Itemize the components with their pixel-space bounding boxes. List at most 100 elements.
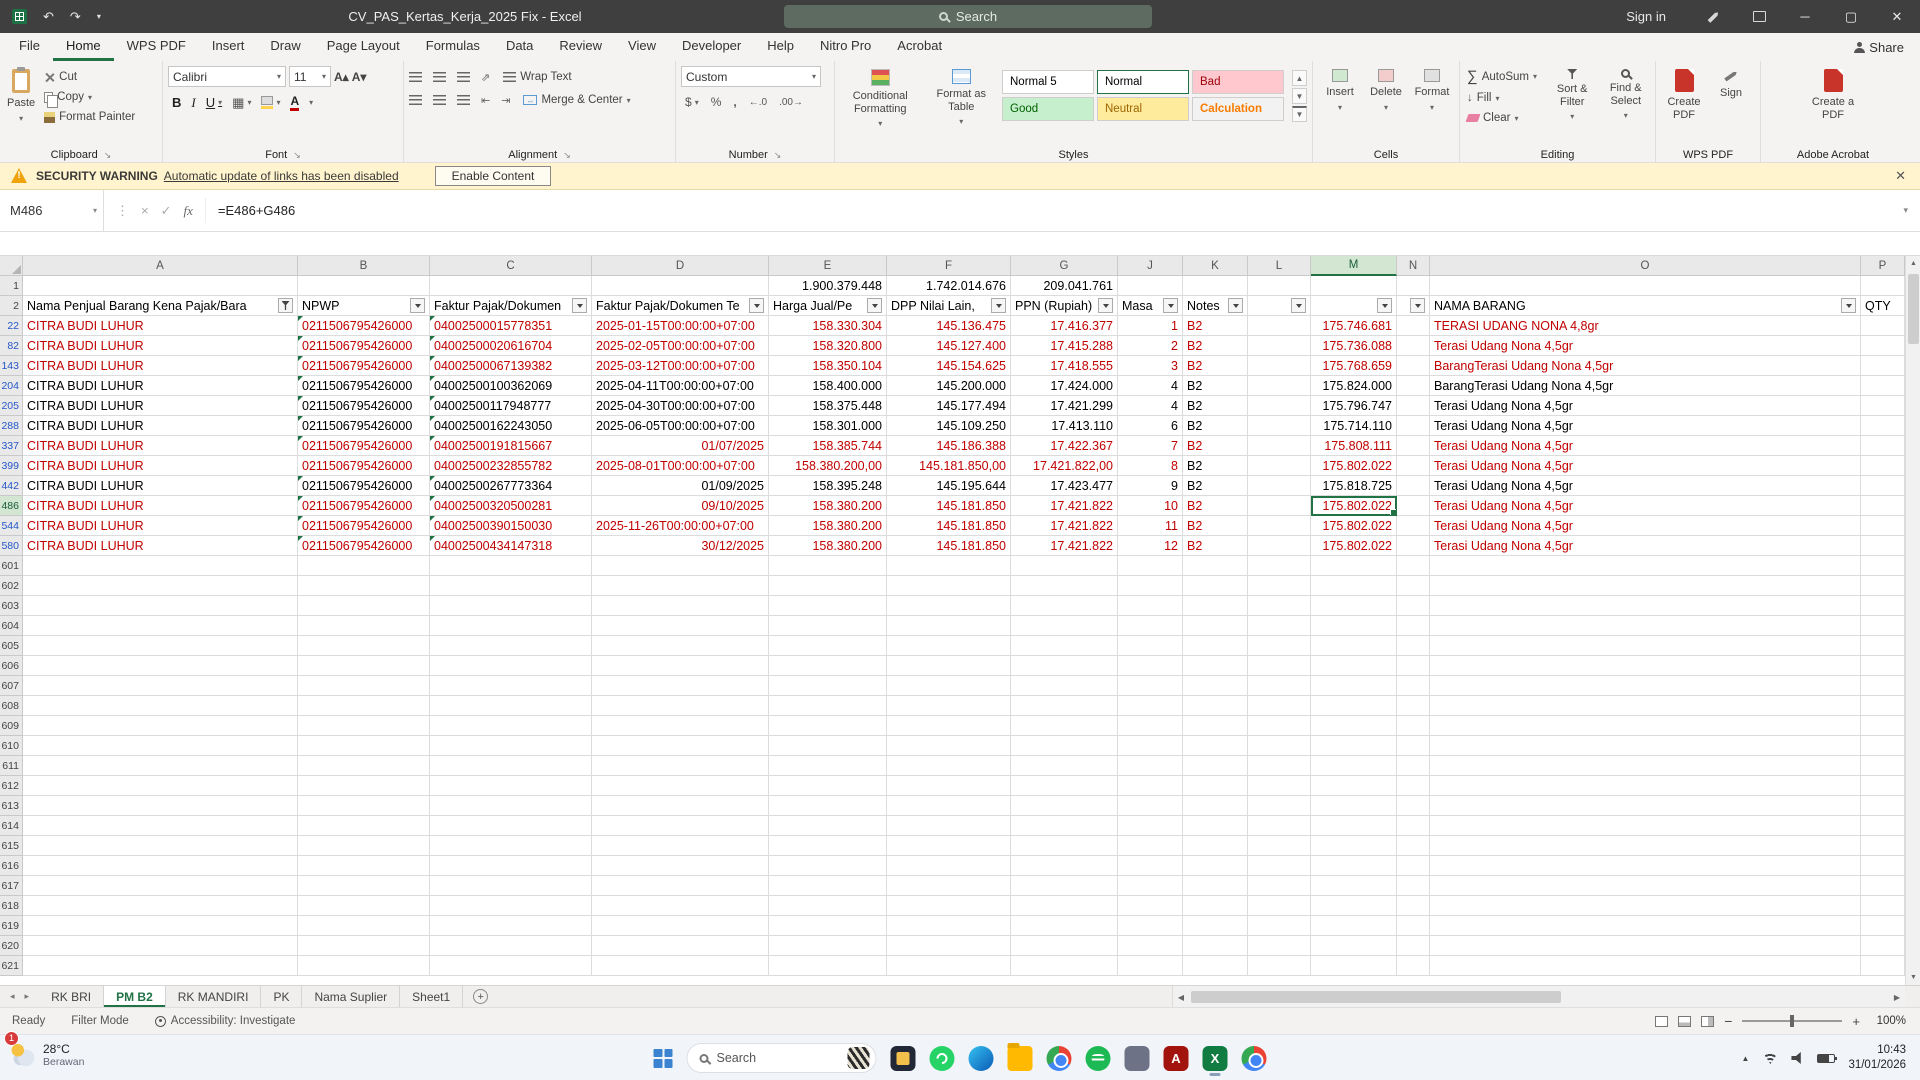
ribbon-tab-file[interactable]: File xyxy=(6,33,53,61)
sheet-tab-pm-b2[interactable]: PM B2 xyxy=(104,986,166,1007)
cell-D610[interactable] xyxy=(592,736,769,756)
cell-G610[interactable] xyxy=(1011,736,1118,756)
cell-C1[interactable] xyxy=(430,276,592,296)
format-cells-button[interactable]: Format ▾ xyxy=(1410,66,1454,115)
row-header-601[interactable]: 601 xyxy=(0,556,23,576)
cell-J606[interactable] xyxy=(1118,656,1183,676)
find-select-button[interactable]: Find & Select ▾ xyxy=(1601,66,1650,123)
chrome-icon[interactable] xyxy=(1046,1045,1072,1071)
new-sheet-button[interactable]: + xyxy=(473,989,489,1004)
decrease-indent-icon[interactable]: ⇤ xyxy=(481,94,490,107)
cell-C580[interactable]: 04002500434147318 xyxy=(430,536,592,556)
cell-F205[interactable]: 145.177.494 xyxy=(887,396,1011,416)
header-cell-F[interactable]: DPP Nilai Lain, xyxy=(887,296,1011,316)
cell-M288[interactable]: 175.714.110 xyxy=(1311,416,1397,436)
cell-L612[interactable] xyxy=(1248,776,1311,796)
filter-button-E[interactable] xyxy=(867,298,882,313)
filter-button-C[interactable] xyxy=(572,298,587,313)
cell-E615[interactable] xyxy=(769,836,887,856)
format-painter-button[interactable]: Format Painter xyxy=(42,110,137,124)
row-header-606[interactable]: 606 xyxy=(0,656,23,676)
cell-N615[interactable] xyxy=(1397,836,1430,856)
column-header-C[interactable]: C xyxy=(430,256,592,276)
fill-button[interactable]: ↓ Fill ▾ xyxy=(1465,91,1543,105)
page-break-view-button[interactable] xyxy=(1701,1015,1715,1027)
cell-F399[interactable]: 145.181.850,00 xyxy=(887,456,1011,476)
cell-F604[interactable] xyxy=(887,616,1011,636)
cell-F618[interactable] xyxy=(887,896,1011,916)
cell-E602[interactable] xyxy=(769,576,887,596)
cell-QTY621[interactable] xyxy=(1861,956,1905,976)
cell-F610[interactable] xyxy=(887,736,1011,756)
cell-E337[interactable]: 158.385.744 xyxy=(769,436,887,456)
header-cell-K[interactable]: Notes xyxy=(1183,296,1248,316)
alignment-dialog-launcher[interactable]: ↘ xyxy=(563,150,571,161)
cell-QTY1[interactable] xyxy=(1861,276,1905,296)
close-warning-icon[interactable]: ✕ xyxy=(1895,168,1906,184)
cell-N399[interactable] xyxy=(1397,456,1430,476)
header-cell-C[interactable]: Faktur Pajak/Dokumen xyxy=(430,296,592,316)
cell-O612[interactable] xyxy=(1430,776,1861,796)
cell-L82[interactable] xyxy=(1248,336,1311,356)
cell-B614[interactable] xyxy=(298,816,430,836)
volume-icon[interactable] xyxy=(1791,1052,1801,1064)
cell-E601[interactable] xyxy=(769,556,887,576)
cell-A603[interactable] xyxy=(23,596,298,616)
cell-style-calculation[interactable]: Calculation xyxy=(1192,97,1284,121)
cell-K544[interactable]: B2 xyxy=(1183,516,1248,536)
cell-C617[interactable] xyxy=(430,876,592,896)
row-header-399[interactable]: 399 xyxy=(0,456,23,476)
cell-O337[interactable]: Terasi Udang Nona 4,5gr xyxy=(1430,436,1861,456)
column-header-K[interactable]: K xyxy=(1183,256,1248,276)
cell-QTY611[interactable] xyxy=(1861,756,1905,776)
cell-QTY609[interactable] xyxy=(1861,716,1905,736)
restore-button[interactable]: ▢ xyxy=(1828,0,1874,33)
wifi-icon[interactable] xyxy=(1762,1052,1779,1064)
cell-C620[interactable] xyxy=(430,936,592,956)
ribbon-tab-formulas[interactable]: Formulas xyxy=(413,33,493,61)
cell-J615[interactable] xyxy=(1118,836,1183,856)
cell-O620[interactable] xyxy=(1430,936,1861,956)
cell-D143[interactable]: 2025-03-12T00:00:00+07:00 xyxy=(592,356,769,376)
cell-B616[interactable] xyxy=(298,856,430,876)
cell-G288[interactable]: 17.413.110 xyxy=(1011,416,1118,436)
cell-K486[interactable]: B2 xyxy=(1183,496,1248,516)
cell-J602[interactable] xyxy=(1118,576,1183,596)
filter-button-J[interactable] xyxy=(1163,298,1178,313)
sheet-tab-nama-suplier[interactable]: Nama Suplier xyxy=(302,986,401,1007)
zoom-level[interactable]: 100% xyxy=(1870,1015,1906,1027)
cell-QTY617[interactable] xyxy=(1861,876,1905,896)
cell-A399[interactable]: CITRA BUDI LUHUR xyxy=(23,456,298,476)
cell-M442[interactable]: 175.818.725 xyxy=(1311,476,1397,496)
cell-M609[interactable] xyxy=(1311,716,1397,736)
cell-D612[interactable] xyxy=(592,776,769,796)
cell-A486[interactable]: CITRA BUDI LUHUR xyxy=(23,496,298,516)
cell-L619[interactable] xyxy=(1248,916,1311,936)
select-all-corner[interactable] xyxy=(0,256,23,276)
cell-A613[interactable] xyxy=(23,796,298,816)
cell-A288[interactable]: CITRA BUDI LUHUR xyxy=(23,416,298,436)
cell-N619[interactable] xyxy=(1397,916,1430,936)
cell-E611[interactable] xyxy=(769,756,887,776)
cell-D602[interactable] xyxy=(592,576,769,596)
cell-E608[interactable] xyxy=(769,696,887,716)
cell-B604[interactable] xyxy=(298,616,430,636)
cell-C22[interactable]: 04002500015778351 xyxy=(430,316,592,336)
cell-C619[interactable] xyxy=(430,916,592,936)
cell-M606[interactable] xyxy=(1311,656,1397,676)
cell-E619[interactable] xyxy=(769,916,887,936)
cell-QTY615[interactable] xyxy=(1861,836,1905,856)
cell-K616[interactable] xyxy=(1183,856,1248,876)
cell-C616[interactable] xyxy=(430,856,592,876)
row-header-618[interactable]: 618 xyxy=(0,896,23,916)
decrease-decimal-button[interactable]: .00→ xyxy=(779,97,803,108)
cell-M602[interactable] xyxy=(1311,576,1397,596)
cell-O610[interactable] xyxy=(1430,736,1861,756)
cell-B603[interactable] xyxy=(298,596,430,616)
cell-style-good[interactable]: Good xyxy=(1002,97,1094,121)
cell-M620[interactable] xyxy=(1311,936,1397,956)
cell-O616[interactable] xyxy=(1430,856,1861,876)
cell-A22[interactable]: CITRA BUDI LUHUR xyxy=(23,316,298,336)
cell-K608[interactable] xyxy=(1183,696,1248,716)
cell-E603[interactable] xyxy=(769,596,887,616)
